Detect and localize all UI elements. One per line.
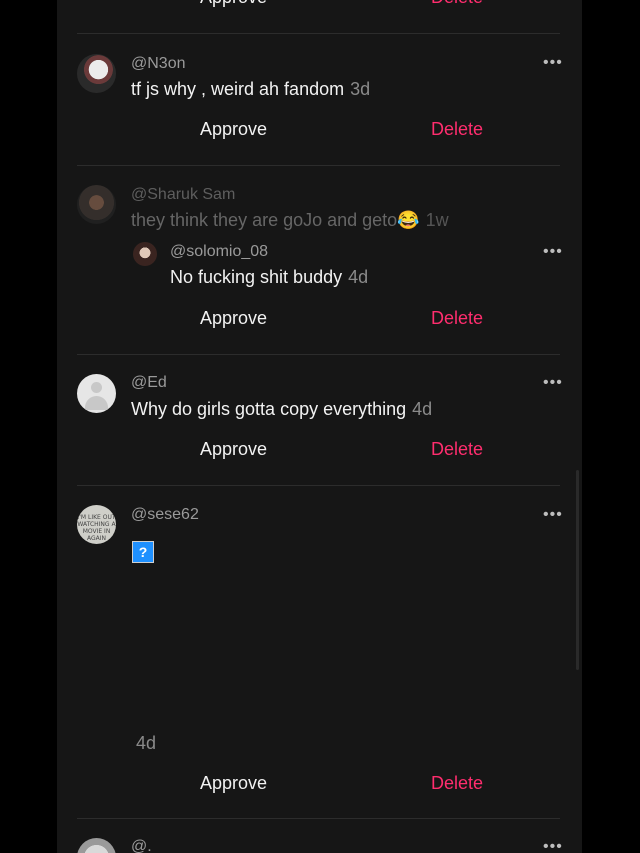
more-options-icon[interactable]: ••• <box>543 54 563 72</box>
scrollbar[interactable] <box>576 470 579 670</box>
avatar[interactable]: I'M LIKE OUT WATCHING A MOVIE IN AGAIN <box>77 505 116 544</box>
divider <box>77 485 560 486</box>
comment-text: they think they are goJo and geto😂 1w <box>131 210 449 231</box>
missing-sticker-icon: ? <box>130 539 156 565</box>
avatar[interactable] <box>77 838 116 853</box>
comment-text: 4d <box>136 733 156 754</box>
approve-button[interactable]: Approve <box>200 119 267 140</box>
avatar[interactable] <box>77 185 116 224</box>
comment-handle[interactable]: @. <box>131 838 152 853</box>
approve-button[interactable]: Approve <box>200 0 267 8</box>
more-options-icon[interactable]: ••• <box>543 506 563 524</box>
approve-button[interactable]: Approve <box>200 308 267 329</box>
approve-button[interactable]: Approve <box>200 773 267 794</box>
divider <box>77 165 560 166</box>
comment-moderation-panel: Approve Delete @N3on tf js why , weird a… <box>57 0 582 853</box>
delete-button[interactable]: Delete <box>431 308 483 329</box>
delete-button[interactable]: Delete <box>431 0 483 8</box>
divider <box>77 818 560 819</box>
more-options-icon[interactable]: ••• <box>543 374 563 392</box>
avatar[interactable] <box>77 374 116 413</box>
delete-button[interactable]: Delete <box>431 439 483 460</box>
avatar[interactable] <box>77 54 116 93</box>
comment-text: tf js why , weird ah fandom 3d <box>131 79 370 100</box>
reply-body: No fucking shit buddy <box>170 267 343 287</box>
reply-handle[interactable]: @solomio_08 <box>170 243 268 261</box>
avatar[interactable] <box>133 242 157 266</box>
comment-handle[interactable]: @sese62 <box>131 506 199 524</box>
comment-text: Why do girls gotta copy everything 4d <box>131 399 432 420</box>
delete-button[interactable]: Delete <box>431 119 483 140</box>
approve-button[interactable]: Approve <box>200 439 267 460</box>
more-options-icon[interactable]: ••• <box>543 838 563 853</box>
default-avatar-body <box>85 396 108 410</box>
divider <box>77 354 560 355</box>
comment-age: 4d <box>412 399 433 419</box>
reply-text: No fucking shit buddy 4d <box>170 267 368 288</box>
comment-age: 4d <box>136 733 157 753</box>
reply-age: 4d <box>348 267 369 287</box>
comment-age: 3d <box>350 79 371 99</box>
comment-handle[interactable]: @N3on <box>131 55 186 73</box>
more-options-icon[interactable]: ••• <box>543 243 563 261</box>
delete-button[interactable]: Delete <box>431 773 483 794</box>
comment-body: they think they are goJo and geto😂 <box>131 210 420 230</box>
comment-body: Why do girls gotta copy everything <box>131 399 407 419</box>
default-avatar-head <box>91 382 102 393</box>
comment-age: 1w <box>425 210 449 230</box>
comment-handle[interactable]: @Ed <box>131 374 167 392</box>
comment-body: tf js why , weird ah fandom <box>131 79 345 99</box>
divider <box>77 33 560 34</box>
comment-handle[interactable]: @Sharuk Sam <box>131 186 235 204</box>
